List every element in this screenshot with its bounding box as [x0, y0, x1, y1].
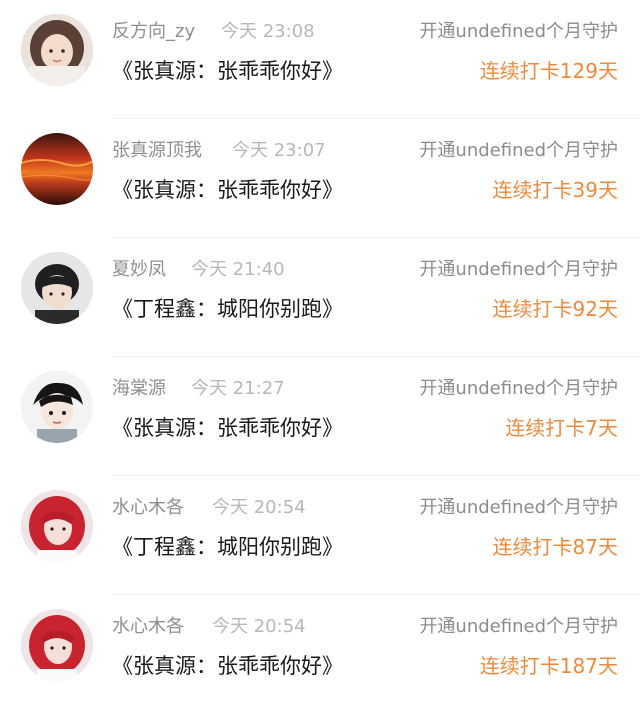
checkin-title[interactable]: 《丁程鑫：城阳你别跑》: [112, 532, 343, 562]
guard-status: 开通undefined个月守护: [419, 378, 618, 399]
checkin-item[interactable]: 张真源顶我 今天 23:07 开通undefined个月守护 《张真源：张乖乖你…: [0, 119, 640, 238]
checkin-title[interactable]: 《张真源：张乖乖你好》: [112, 175, 343, 205]
checkin-item[interactable]: 水心木各 今天 20:54 开通undefined个月守护 《丁程鑫：城阳你别跑…: [0, 476, 640, 595]
timestamp: 今天 21:40: [191, 259, 285, 280]
avatar-redhair-icon: [21, 490, 93, 562]
streak-count: 连续打卡7天: [505, 416, 618, 440]
avatar[interactable]: [21, 371, 93, 443]
avatar[interactable]: [21, 133, 93, 205]
timestamp: 今天 20:54: [212, 616, 306, 637]
avatar-boy-dark-hair-icon: [21, 252, 93, 324]
avatar-sunset-icon: [21, 133, 93, 205]
guard-status: 开通undefined个月守护: [419, 497, 618, 518]
username[interactable]: 水心木各: [112, 615, 184, 639]
streak-count: 连续打卡39天: [492, 178, 618, 202]
avatar[interactable]: [21, 14, 93, 86]
timestamp: 今天 23:07: [232, 140, 326, 161]
guard-status: 开通undefined个月守护: [419, 140, 618, 161]
streak-count: 连续打卡92天: [492, 297, 618, 321]
avatar[interactable]: [21, 490, 93, 562]
streak-count: 连续打卡187天: [479, 654, 618, 678]
checkin-title[interactable]: 《张真源：张乖乖你好》: [112, 651, 343, 681]
checkin-title[interactable]: 《丁程鑫：城阳你别跑》: [112, 294, 343, 324]
username[interactable]: 海棠源: [112, 377, 166, 401]
streak-count: 连续打卡129天: [479, 59, 618, 83]
avatar-redhair-icon: [21, 609, 93, 681]
username[interactable]: 张真源顶我: [112, 139, 202, 163]
guard-status: 开通undefined个月守护: [419, 21, 618, 42]
timestamp: 今天 20:54: [212, 497, 306, 518]
username[interactable]: 夏妙凤: [112, 258, 166, 282]
checkin-item[interactable]: 水心木各 今天 20:54 开通undefined个月守护 《张真源：张乖乖你好…: [0, 595, 640, 714]
checkin-item[interactable]: 夏妙凤 今天 21:40 开通undefined个月守护 《丁程鑫：城阳你别跑》…: [0, 238, 640, 357]
checkin-item[interactable]: 反方向_zy 今天 23:08 开通undefined个月守护 《张真源：张乖乖…: [0, 0, 640, 119]
streak-count: 连续打卡87天: [492, 535, 618, 559]
checkin-item[interactable]: 海棠源 今天 21:27 开通undefined个月守护 《张真源：张乖乖你好》…: [0, 357, 640, 476]
timestamp: 今天 23:08: [221, 21, 315, 42]
avatar[interactable]: [21, 609, 93, 681]
username[interactable]: 反方向_zy: [112, 20, 195, 44]
checkin-title[interactable]: 《张真源：张乖乖你好》: [112, 413, 343, 443]
timestamp: 今天 21:27: [191, 378, 285, 399]
checkin-title[interactable]: 《张真源：张乖乖你好》: [112, 56, 343, 86]
avatar[interactable]: [21, 252, 93, 324]
avatar-girl-light-icon: [21, 14, 93, 86]
guard-status: 开通undefined个月守护: [419, 616, 618, 637]
guard-status: 开通undefined个月守护: [419, 259, 618, 280]
username[interactable]: 水心木各: [112, 496, 184, 520]
avatar-boy-sketch-icon: [21, 371, 93, 443]
